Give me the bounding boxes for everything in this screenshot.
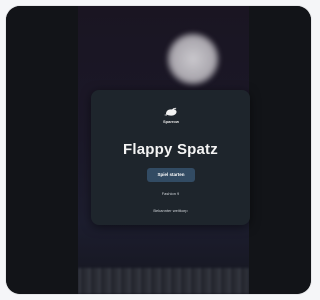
moon — [166, 32, 220, 86]
start-game-button[interactable]: Spiel starten — [147, 168, 195, 182]
sparrow-bird-icon — [164, 107, 177, 116]
game-frame: Sparrow Flappy Spatz Spiel starten Fashi… — [6, 6, 311, 294]
game-title: Flappy Spatz — [123, 141, 218, 158]
info-line-2: Bekannter weitkorp — [153, 208, 188, 213]
right-letterbox — [249, 6, 311, 294]
start-menu-card: Sparrow Flappy Spatz Spiel starten Fashi… — [91, 90, 250, 225]
logo: Sparrow — [156, 106, 186, 128]
info-line-1: Fashion 9 — [161, 191, 180, 196]
ground — [78, 268, 249, 294]
left-letterbox — [6, 6, 78, 294]
logo-text: Sparrow — [162, 119, 179, 124]
